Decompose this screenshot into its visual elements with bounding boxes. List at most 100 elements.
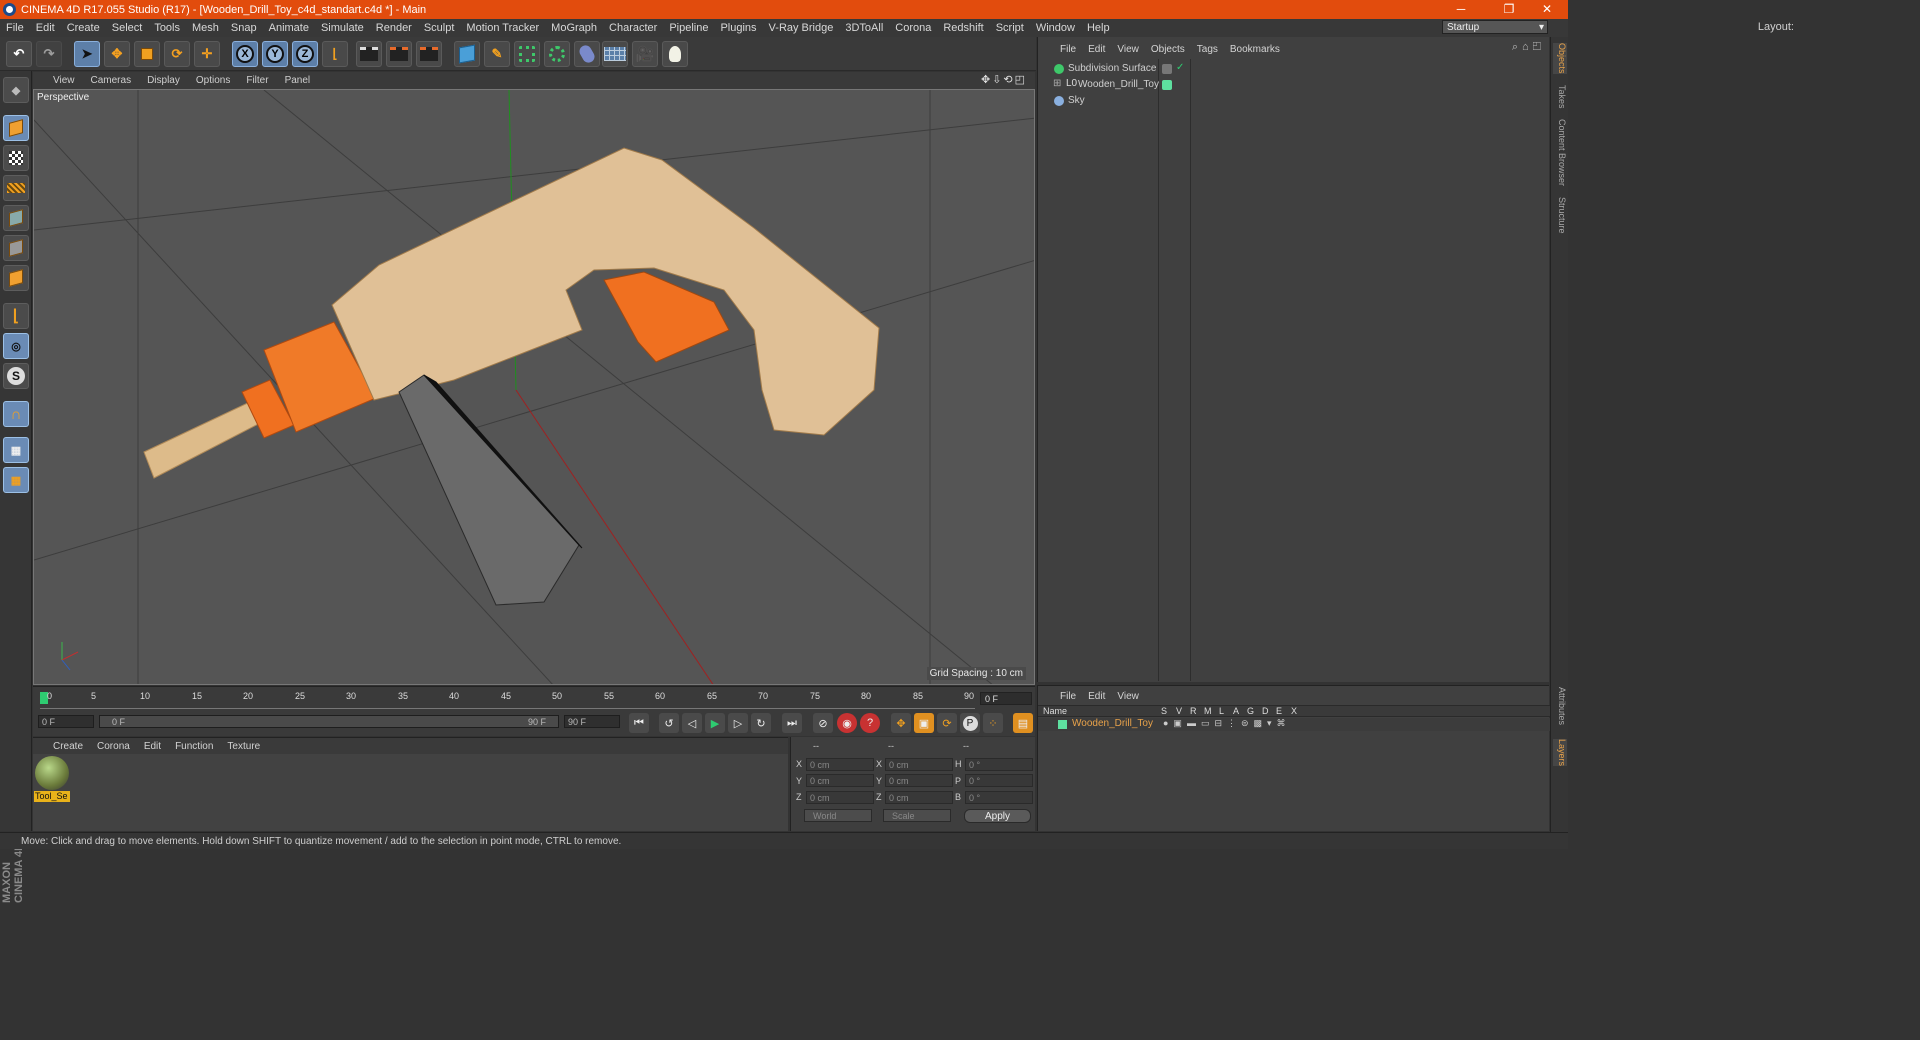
layout-select[interactable]: Startup ▾ xyxy=(1442,20,1548,34)
preview-range-slider[interactable]: 0 F 90 F xyxy=(99,715,559,728)
viewport-menu-panel[interactable]: Panel xyxy=(277,75,319,86)
menu-motion-tracker[interactable]: Motion Tracker xyxy=(460,22,545,34)
add-subdivision-button[interactable] xyxy=(514,41,540,67)
objects-menu-edit[interactable]: Edit xyxy=(1082,44,1111,55)
layers-menu-edit[interactable]: Edit xyxy=(1082,691,1111,702)
redo-button[interactable]: ↷ xyxy=(36,41,62,67)
material-name[interactable]: Tool_Se xyxy=(34,791,70,802)
object-row-subdivision-surface[interactable]: Subdivision Surface ✓ xyxy=(1040,61,1548,77)
z-axis-lock-button[interactable]: Z xyxy=(292,41,318,67)
material-menu-edit[interactable]: Edit xyxy=(137,741,168,752)
layer-row[interactable]: Wooden_Drill_Toy ●▣▬▭⊟⋮⊜▩▾⌘ xyxy=(1038,718,1550,731)
auto-keying-button[interactable]: ◉ xyxy=(837,713,857,733)
material-thumbnail[interactable] xyxy=(35,756,69,790)
add-spline-button[interactable]: ✎ xyxy=(484,41,510,67)
position-y-field[interactable]: 0 cm xyxy=(806,774,874,787)
key-scale-button[interactable]: ▣ xyxy=(914,713,934,733)
frame-ruler[interactable]: 0 5 10 15 20 25 30 35 40 45 50 55 60 65 … xyxy=(40,691,975,709)
size-mode-dropdown[interactable]: Scale xyxy=(883,809,951,822)
previous-frame-button[interactable]: ◁ xyxy=(682,713,702,733)
objects-menu-view[interactable]: View xyxy=(1111,44,1145,55)
add-mograph-button[interactable] xyxy=(544,41,570,67)
workplane-lock-button[interactable]: ▦ xyxy=(3,437,29,463)
material-menu-corona[interactable]: Corona xyxy=(90,741,137,752)
coordinate-system-button[interactable]: ⌊ xyxy=(322,41,348,67)
close-button[interactable]: ✕ xyxy=(1532,0,1562,19)
record-keys-button[interactable]: ⊘ xyxy=(813,713,833,733)
menu-create[interactable]: Create xyxy=(61,22,106,34)
object-row-wooden-drill-toy[interactable]: ⊞ L0 Wooden_Drill_Toy xyxy=(1040,77,1548,93)
viewport-menu-options[interactable]: Options xyxy=(188,75,238,86)
menu-file[interactable]: File xyxy=(0,22,30,34)
material-menu-create[interactable]: Create xyxy=(33,741,90,752)
apply-button[interactable]: Apply xyxy=(964,809,1031,823)
axis-mode-button[interactable]: ⌊ xyxy=(3,303,29,329)
snapping-button[interactable]: ∩ xyxy=(3,401,29,427)
menu-vray-bridge[interactable]: V-Ray Bridge xyxy=(763,22,840,34)
key-position-button[interactable]: ✥ xyxy=(891,713,911,733)
tab-layers[interactable]: Layers xyxy=(1553,739,1567,767)
objects-menu-bookmarks[interactable]: Bookmarks xyxy=(1224,44,1286,55)
model-mode-button[interactable] xyxy=(3,115,29,141)
menu-sculpt[interactable]: Sculpt xyxy=(418,22,461,34)
wooden-drill-model[interactable] xyxy=(143,147,880,606)
undo-button[interactable]: ↶ xyxy=(6,41,32,67)
keyframe-selection-button[interactable]: ? xyxy=(860,713,880,733)
points-mode-button[interactable] xyxy=(3,205,29,231)
rotate-tool-button[interactable]: ⟳ xyxy=(164,41,190,67)
layer-name[interactable]: Wooden_Drill_Toy xyxy=(1072,718,1153,729)
object-row-sky[interactable]: Sky xyxy=(1040,93,1548,109)
locked-workplane-button[interactable]: ▦ xyxy=(3,467,29,493)
key-parameter-button[interactable]: P xyxy=(960,713,980,733)
size-y-field[interactable]: 0 cm xyxy=(885,774,953,787)
menu-animate[interactable]: Animate xyxy=(263,22,315,34)
render-settings-button[interactable] xyxy=(416,41,442,67)
minimize-button[interactable]: ─ xyxy=(1446,0,1476,19)
rotation-h-field[interactable]: 0 ° xyxy=(965,758,1033,771)
add-floor-button[interactable] xyxy=(602,41,628,67)
expand-icon[interactable]: ⊞ xyxy=(1053,78,1061,89)
add-light-button[interactable] xyxy=(662,41,688,67)
viewport-navigation-icons[interactable]: ✥⇩⟲◰ xyxy=(981,73,1027,86)
current-frame-field[interactable]: 0 F xyxy=(980,692,1032,705)
menu-snap[interactable]: Snap xyxy=(225,22,263,34)
edges-mode-button[interactable] xyxy=(3,235,29,261)
add-cube-button[interactable] xyxy=(454,41,480,67)
menu-corona[interactable]: Corona xyxy=(889,22,937,34)
viewport-menu-display[interactable]: Display xyxy=(139,75,188,86)
make-editable-button[interactable]: ◆ xyxy=(3,77,29,103)
render-view-button[interactable] xyxy=(356,41,382,67)
go-to-end-button[interactable]: ⏭ xyxy=(782,713,802,733)
viewport-menu-cameras[interactable]: Cameras xyxy=(83,75,140,86)
layer-color-swatch[interactable] xyxy=(1058,720,1067,729)
menu-help[interactable]: Help xyxy=(1081,22,1116,34)
position-z-field[interactable]: 0 cm xyxy=(806,791,874,804)
layer-toggle-icons[interactable]: ●▣▬▭⊟⋮⊜▩▾⌘ xyxy=(1163,718,1291,729)
objects-menu-tags[interactable]: Tags xyxy=(1191,44,1224,55)
key-pla-button[interactable]: ⁘ xyxy=(983,713,1003,733)
menu-simulate[interactable]: Simulate xyxy=(315,22,370,34)
menu-mograph[interactable]: MoGraph xyxy=(545,22,603,34)
next-key-button[interactable]: ↻ xyxy=(751,713,771,733)
y-axis-lock-button[interactable]: Y xyxy=(262,41,288,67)
menu-select[interactable]: Select xyxy=(106,22,149,34)
coordinate-space-dropdown[interactable]: World xyxy=(804,809,872,822)
key-rotation-button[interactable]: ⟳ xyxy=(937,713,957,733)
timeline-ruler[interactable]: 0 5 10 15 20 25 30 35 40 45 50 55 60 65 … xyxy=(33,686,1035,712)
scale-tool-button[interactable] xyxy=(134,41,160,67)
menu-3dtoall[interactable]: 3DToAll xyxy=(839,22,889,34)
solo-mode-button[interactable]: S xyxy=(3,363,29,389)
menu-pipeline[interactable]: Pipeline xyxy=(663,22,714,34)
transform-tool-button[interactable]: ✛ xyxy=(194,41,220,67)
menu-script[interactable]: Script xyxy=(990,22,1030,34)
menu-plugins[interactable]: Plugins xyxy=(714,22,762,34)
min-time-field[interactable]: 0 F xyxy=(38,715,94,728)
perspective-viewport[interactable]: Perspective Grid Spacing : 10 cm xyxy=(33,89,1035,685)
menu-window[interactable]: Window xyxy=(1030,22,1081,34)
menu-character[interactable]: Character xyxy=(603,22,663,34)
viewport-menu-view[interactable]: View xyxy=(33,75,83,86)
render-to-picture-viewer-button[interactable] xyxy=(386,41,412,67)
menu-redshift[interactable]: Redshift xyxy=(937,22,989,34)
texture-mode-button[interactable] xyxy=(3,145,29,171)
tab-content-browser[interactable]: Content Browser xyxy=(1553,119,1567,186)
